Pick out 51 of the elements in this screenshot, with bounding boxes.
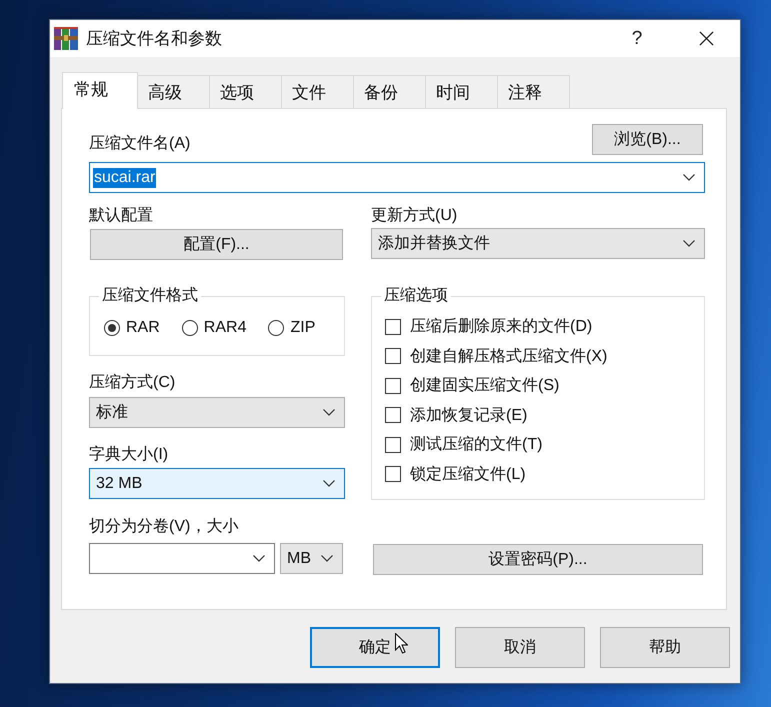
close-icon: [698, 31, 714, 46]
chevron-down-icon: [683, 174, 695, 181]
chevron-down-icon: [683, 240, 695, 247]
checkbox-option[interactable]: 锁定压缩文件(L): [385, 460, 526, 489]
checkbox[interactable]: [385, 378, 401, 394]
radio-option[interactable]: RAR4: [182, 319, 246, 337]
checkbox[interactable]: [385, 466, 401, 482]
radio-button[interactable]: [268, 320, 284, 336]
field-label: 默认配置: [89, 206, 153, 226]
chevron-down-icon: [321, 555, 333, 562]
window-title: 压缩文件名和参数: [86, 28, 223, 50]
dialog-button[interactable]: 确定: [310, 627, 440, 668]
mouse-pointer-icon: [395, 633, 408, 654]
checkbox-option[interactable]: 创建自解压格式压缩文件(X): [385, 342, 608, 371]
checkbox[interactable]: [385, 436, 401, 453]
group-title: 压缩选项: [383, 286, 449, 306]
chevron-down-icon: [323, 480, 335, 487]
radio-option[interactable]: RAR: [104, 319, 160, 337]
help-button[interactable]: ?: [617, 24, 657, 54]
checkbox-option[interactable]: 添加恢复记录(E): [385, 400, 528, 430]
archive-name-field[interactable]: sucai.rar: [89, 162, 705, 193]
chevron-down-icon: [253, 555, 265, 562]
checkbox[interactable]: [385, 348, 401, 364]
checkbox-option[interactable]: 创建固实压缩文件(S): [385, 371, 560, 400]
dictionary-dropdown[interactable]: 32 MB: [89, 468, 345, 499]
volume-size-field[interactable]: [89, 543, 275, 574]
field-label: 字典大小(I): [89, 445, 168, 465]
password-button[interactable]: 设置密码(P)...: [373, 544, 703, 575]
method-dropdown[interactable]: 标准: [89, 397, 345, 428]
books-icon: [54, 26, 78, 50]
group-title: 压缩文件格式: [101, 286, 199, 306]
field-label: 压缩文件名(A): [89, 134, 190, 154]
field-label: 压缩方式(C): [89, 373, 176, 393]
checkbox-option[interactable]: 测试压缩的文件(T): [385, 430, 542, 460]
tab[interactable]: 注释: [497, 75, 570, 108]
checkbox[interactable]: [385, 318, 401, 335]
chevron-down-icon: [323, 409, 335, 416]
browse-button[interactable]: 浏览(B)...: [592, 124, 703, 155]
radio-button[interactable]: [104, 320, 120, 336]
update-mode-dropdown[interactable]: 添加并替换文件: [371, 228, 705, 259]
checkbox-option[interactable]: 压缩后删除原来的文件(D): [385, 312, 592, 342]
unit-dropdown[interactable]: MB: [280, 543, 343, 574]
field-label: 更新方式(U): [371, 206, 458, 226]
tab[interactable]: 常规: [62, 72, 138, 109]
checkbox[interactable]: [385, 407, 401, 424]
radio-button[interactable]: [182, 320, 198, 336]
profiles-button[interactable]: 配置(F)...: [90, 229, 343, 260]
field-label: 切分为分卷(V)，大小: [89, 517, 238, 537]
dialog-button[interactable]: 帮助: [600, 627, 730, 668]
radio-option[interactable]: ZIP: [268, 319, 316, 337]
dialog-button[interactable]: 取消: [455, 627, 585, 668]
